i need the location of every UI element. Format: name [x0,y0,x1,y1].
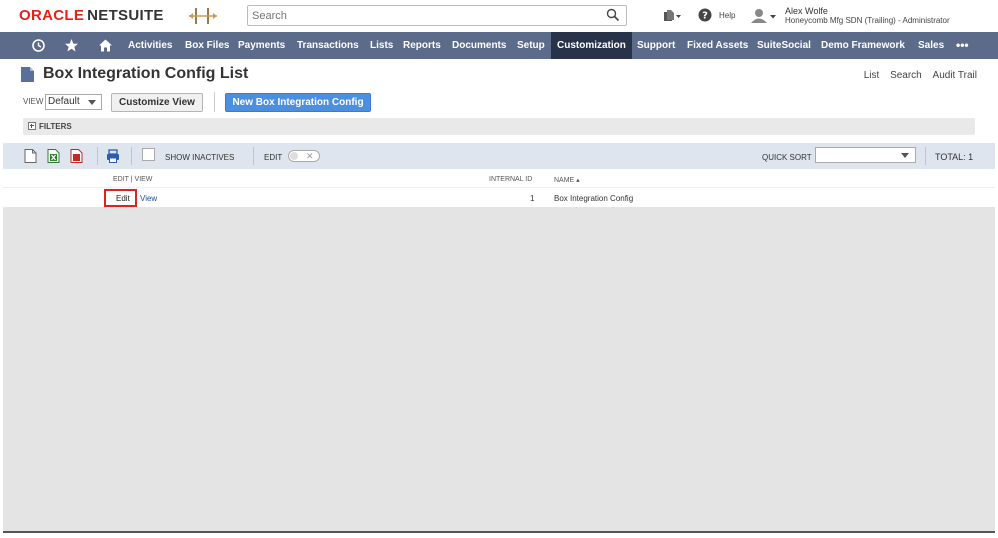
total-count: TOTAL: 1 [935,152,974,162]
search-link[interactable]: Search [890,70,922,81]
toolbar-divider [214,92,215,112]
column-header-edit-view: EDIT | VIEW [113,176,153,183]
nav-activities[interactable]: Activities [128,32,172,59]
bottom-border [3,531,995,533]
show-inactives-label: SHOW INACTIVES [165,153,235,162]
toolbar-divider [925,147,926,165]
nav-payments[interactable]: Payments [238,32,285,59]
audit-trail-link[interactable]: Audit Trail [933,70,977,81]
search-icon[interactable] [606,8,620,22]
help-icon[interactable]: ? [698,8,712,22]
nav-sales[interactable]: Sales [918,32,944,59]
nav-customization[interactable]: Customization [551,32,632,59]
nav-more[interactable]: ••• [956,32,969,59]
nav-reports[interactable]: Reports [403,32,441,59]
nav-box-files[interactable]: Box Files [185,32,229,59]
netsuite-logo[interactable]: ORACLE NETSUITE [19,7,164,24]
export-excel-icon[interactable] [47,149,60,163]
logo-netsuite-text: NETSUITE [87,7,164,24]
nav-transactions[interactable]: Transactions [297,32,359,59]
toggle-knob [290,152,298,160]
table-row: Edit View 1 Box Integration Config [3,189,995,207]
user-role[interactable]: Honeycomb Mfg SDN (Trailing) - Administr… [785,16,950,25]
top-header: ORACLENETSUITE ? Help Alex Wolfe Honeyco… [0,0,998,32]
chevron-down-icon [88,100,96,105]
chevron-down-icon [901,153,909,158]
customize-view-button[interactable]: Customize View [111,93,203,112]
view-select[interactable]: Default [45,94,102,110]
global-search[interactable] [247,5,627,26]
new-box-integration-config-button[interactable]: New Box Integration Config [225,93,371,112]
column-header-name[interactable]: NAME ▴ [554,176,580,184]
expand-plus-icon[interactable] [28,122,36,130]
logo-oracle-text: ORACLE [19,7,85,24]
quick-sort-select[interactable] [815,147,916,163]
user-name[interactable]: Alex Wolfe [785,6,828,16]
toolbar-divider [253,147,254,165]
column-header-internal-id[interactable]: INTERNAL ID [489,176,532,183]
filters-bar[interactable]: FILTERS [23,118,975,135]
edit-link-highlighted[interactable]: Edit [104,189,137,207]
toolbar-divider [131,147,132,165]
page-links: List Search Audit Trail [856,70,977,81]
nav-support[interactable]: Support [637,32,675,59]
view-select-value: Default [48,96,80,107]
page-document-icon [21,67,34,82]
recent-records-icon[interactable] [662,8,682,24]
export-pdf-icon[interactable] [70,149,83,163]
page-title: Box Integration Config List [43,65,249,82]
global-search-input[interactable] [248,6,588,26]
quick-sort-label: QUICK SORT [762,153,812,162]
nav-demo-framework[interactable]: Demo Framework [821,32,905,59]
list-link[interactable]: List [864,70,880,81]
home-icon[interactable] [98,38,113,53]
close-icon: ✕ [306,151,314,161]
empty-list-area [3,207,995,531]
nav-lists[interactable]: Lists [370,32,393,59]
show-inactives-checkbox[interactable] [142,148,155,161]
filters-label: FILTERS [39,122,72,131]
inline-edit-label: EDIT [264,153,283,162]
table-header: EDIT | VIEW INTERNAL ID NAME ▴ [3,172,995,188]
favorites-star-icon[interactable] [64,38,79,53]
list-toolbar: SHOW INACTIVES EDIT ✕ QUICK SORT TOTAL: … [3,143,995,169]
user-avatar-icon[interactable] [749,8,777,24]
nav-fixed-assets[interactable]: Fixed Assets [687,32,748,59]
view-label: VIEW [23,97,44,106]
help-link[interactable]: Help [719,11,735,20]
name-cell: Box Integration Config [554,194,634,203]
view-link[interactable]: View [140,194,157,203]
company-brand-icon [189,8,217,24]
print-icon[interactable] [106,149,120,163]
edit-link-text[interactable]: Edit [116,194,130,203]
recent-history-icon[interactable] [31,38,46,53]
main-nav: Activities Box Files Payments Transactio… [0,32,998,59]
internal-id-cell: 1 [530,194,535,203]
nav-setup[interactable]: Setup [517,32,545,59]
export-csv-icon[interactable] [24,149,37,163]
svg-text:?: ? [702,11,708,22]
inline-edit-toggle[interactable]: ✕ [288,150,320,162]
nav-suitesocial[interactable]: SuiteSocial [757,32,811,59]
toolbar-divider [97,147,98,165]
nav-documents[interactable]: Documents [452,32,506,59]
